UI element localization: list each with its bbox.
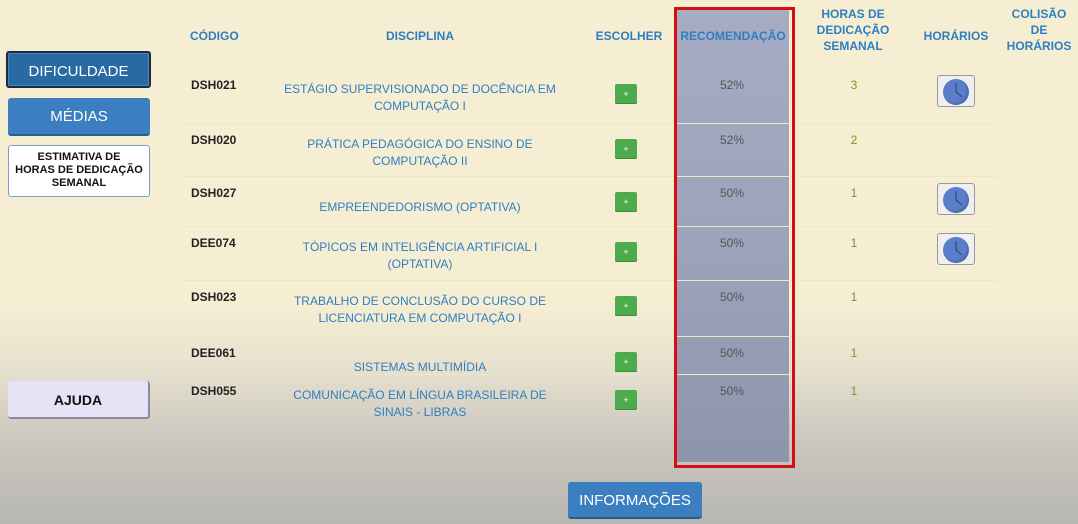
recommendation-value: 50% bbox=[719, 186, 745, 200]
course-code: DSH027 bbox=[191, 186, 237, 200]
course-code: DEE061 bbox=[191, 346, 236, 360]
course-name-line1: PRÁTICA PEDAGÓGICA DO ENSINO DE bbox=[307, 137, 533, 151]
row-divider bbox=[180, 280, 998, 281]
course-name-line2: (OPTATIVA) bbox=[387, 257, 453, 271]
course-name-link[interactable]: EMPREENDEDORISMO (OPTATIVA) bbox=[270, 199, 570, 216]
recommendation-value: 52% bbox=[719, 78, 745, 92]
recommendation-value: 50% bbox=[719, 346, 745, 360]
header-disciplina: DISCIPLINA bbox=[385, 29, 454, 43]
course-name-line1: ESTÁGIO SUPERVISIONADO DE DOCÊNCIA EM bbox=[284, 82, 556, 96]
recommendation-value: 50% bbox=[719, 384, 745, 398]
course-name-link[interactable]: PRÁTICA PEDAGÓGICA DO ENSINO DE COMPUTAÇÃ… bbox=[270, 136, 570, 170]
course-code: DEE074 bbox=[191, 236, 236, 250]
course-code: DSH023 bbox=[191, 290, 237, 304]
informacoes-button[interactable]: INFORMAÇÕES bbox=[568, 482, 702, 519]
recommendation-value: 50% bbox=[719, 236, 745, 250]
estimativa-horas-button[interactable]: ESTIMATIVA DE HORAS DE DEDICAÇÃO SEMANAL bbox=[8, 145, 150, 197]
recommendation-value: 52% bbox=[719, 133, 745, 147]
medias-button[interactable]: MÉDIAS bbox=[8, 98, 150, 136]
header-horas-line1: HORAS DE bbox=[821, 7, 885, 21]
row-divider bbox=[180, 374, 998, 375]
course-name-link[interactable]: TÓPICOS EM INTELIGÊNCIA ARTIFICIAL I (OPT… bbox=[270, 239, 570, 273]
choose-add-button[interactable]: + bbox=[615, 242, 637, 262]
clock-icon[interactable] bbox=[937, 183, 975, 215]
header-recomendacao: RECOMENDAÇÃO bbox=[680, 29, 786, 43]
header-horas-line3: SEMANAL bbox=[823, 39, 883, 53]
choose-add-button[interactable]: + bbox=[615, 352, 637, 372]
choose-add-button[interactable]: + bbox=[615, 192, 637, 212]
weekly-hours-value: 1 bbox=[850, 290, 858, 304]
recommendation-value: 50% bbox=[719, 290, 745, 304]
course-code: DSH021 bbox=[191, 78, 237, 92]
choose-add-button[interactable]: + bbox=[615, 84, 637, 104]
weekly-hours-value: 1 bbox=[850, 346, 858, 360]
header-colisao-line3: HORÁRIOS bbox=[1006, 39, 1072, 53]
estimativa-label-line1: ESTIMATIVA DE bbox=[37, 151, 121, 163]
clock-icon[interactable] bbox=[937, 233, 975, 265]
course-name-line2: COMPUTAÇÃO I bbox=[374, 99, 466, 113]
header-colisao-line1: COLISÃO bbox=[1011, 7, 1067, 21]
dificuldade-button[interactable]: DIFICULDADE bbox=[6, 51, 151, 88]
weekly-hours-value: 1 bbox=[850, 384, 858, 398]
header-colisao-line2: DE bbox=[1030, 23, 1048, 37]
row-divider bbox=[180, 226, 998, 227]
weekly-hours-value: 3 bbox=[850, 78, 858, 92]
course-code: DSH020 bbox=[191, 133, 237, 147]
header-codigo: CÓDIGO bbox=[190, 29, 239, 43]
choose-add-button[interactable]: + bbox=[615, 296, 637, 316]
header-horas-dedicacao: HORAS DE DEDICAÇÃO SEMANAL bbox=[810, 6, 896, 54]
row-divider bbox=[180, 336, 998, 337]
row-divider bbox=[180, 176, 998, 177]
course-name-line1: COMUNICAÇÃO EM LÍNGUA BRASILEIRA DE bbox=[293, 388, 547, 402]
estimativa-label-line3: SEMANAL bbox=[51, 177, 107, 189]
course-name-link[interactable]: COMUNICAÇÃO EM LÍNGUA BRASILEIRA DE SINAI… bbox=[270, 387, 570, 421]
course-name-line2: SINAIS - LIBRAS bbox=[373, 405, 467, 419]
row-divider bbox=[180, 123, 998, 124]
course-name-line1: EMPREENDEDORISMO (OPTATIVA) bbox=[319, 200, 521, 214]
course-name-line2: COMPUTAÇÃO II bbox=[372, 154, 468, 168]
course-name-link[interactable]: ESTÁGIO SUPERVISIONADO DE DOCÊNCIA EM COM… bbox=[270, 81, 570, 115]
course-name-line1: TRABALHO DE CONCLUSÃO DO CURSO DE bbox=[293, 294, 547, 308]
header-escolher: ESCOLHER bbox=[595, 29, 663, 43]
weekly-hours-value: 2 bbox=[850, 133, 858, 147]
choose-add-button[interactable]: + bbox=[615, 390, 637, 410]
course-name-line1: TÓPICOS EM INTELIGÊNCIA ARTIFICIAL I bbox=[302, 240, 538, 254]
choose-add-button[interactable]: + bbox=[615, 139, 637, 159]
ajuda-button[interactable]: AJUDA bbox=[8, 381, 150, 419]
weekly-hours-value: 1 bbox=[850, 186, 858, 200]
course-name-line2: LICENCIATURA EM COMPUTAÇÃO I bbox=[318, 311, 522, 325]
course-code: DSH055 bbox=[191, 384, 237, 398]
estimativa-label-line2: HORAS DE DEDICAÇÃO bbox=[15, 164, 143, 176]
clock-icon[interactable] bbox=[937, 75, 975, 107]
header-horarios: HORÁRIOS bbox=[923, 29, 989, 43]
weekly-hours-value: 1 bbox=[850, 236, 858, 250]
header-horas-line2: DEDICAÇÃO bbox=[816, 23, 890, 37]
header-colisao: COLISÃO DE HORÁRIOS bbox=[1000, 6, 1078, 54]
course-name-link[interactable]: TRABALHO DE CONCLUSÃO DO CURSO DE LICENCI… bbox=[270, 293, 570, 327]
